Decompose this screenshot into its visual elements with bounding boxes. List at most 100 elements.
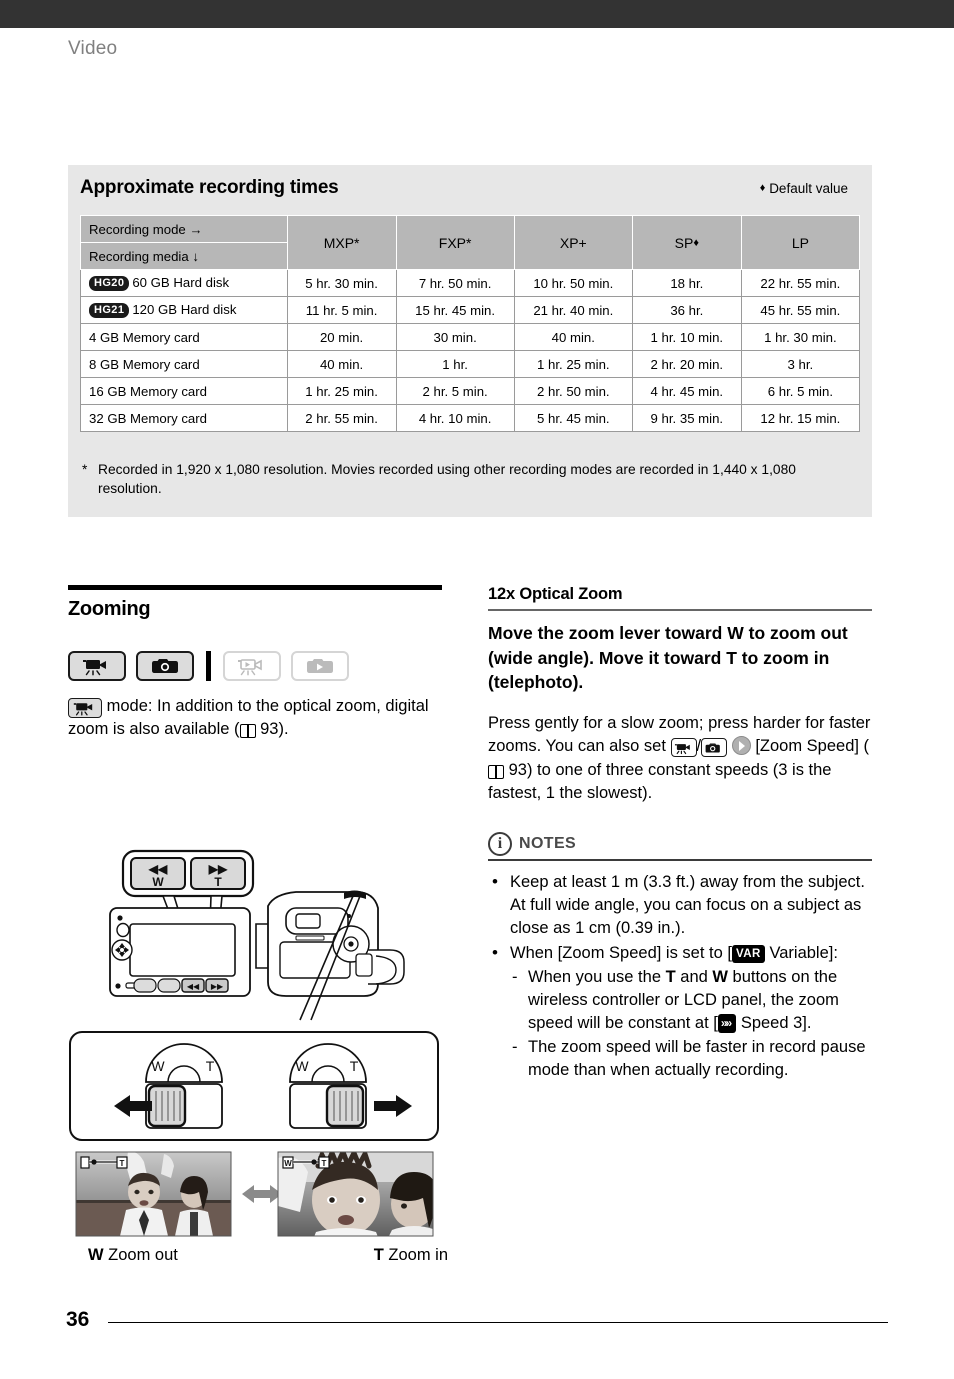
table-row: 16 GB Memory card 1 hr. 25 min. 2 hr. 5 … [80,377,861,405]
sub-1-tail: Speed 3]. [736,1014,812,1033]
header-col-lp: LP [740,215,861,270]
notes-label: NOTES [519,834,577,852]
photo-zoom-in [278,1152,433,1236]
cell-xp: 40 min. [513,323,633,351]
photo-mode-icon-inline [701,738,728,758]
notes-list: Keep at least 1 m (3.3 ft.) away from th… [488,870,872,1083]
caption-zoom-out-letter: W [88,1246,104,1264]
mode-chip-photo-record[interactable] [136,651,194,681]
mode-separator [206,651,211,681]
header-col-xp: XP+ [513,215,633,270]
header-recording-media: Recording media ↓ [80,242,288,270]
panel-header: Approximate recording times ♦ Default va… [80,177,860,211]
cell-fxp: 7 hr. 50 min. [395,269,515,297]
svg-text:W: W [284,1159,292,1168]
page-number: 36 [66,1308,90,1331]
photo-camera-icon [152,659,178,673]
header-recording-mode: Recording mode → [80,215,288,243]
cell-xp: 21 hr. 40 min. [513,296,633,324]
cell-fxp: 15 hr. 45 min. [395,296,515,324]
svg-text:W: W [152,875,164,889]
table-row: 4 GB Memory card 20 min. 30 min. 40 min.… [80,323,861,351]
variable-badge: VAR [731,944,765,964]
list-item: Keep at least 1 m (3.3 ft.) away from th… [488,870,872,940]
cell-lp: 1 hr. 30 min. [740,323,861,351]
header-col-fxp: FXP* [395,215,515,270]
svg-text:W: W [295,1058,309,1074]
movie-playback-icon [238,659,262,676]
caption-zoom-in-text: Zoom in [388,1246,448,1264]
table-row: 8 GB Memory card 40 min. 1 hr. 1 hr. 25 … [80,350,861,378]
subsection-rule [488,609,872,611]
cell-sp: 36 hr. [631,296,742,324]
zoom-illustration-group: ◀◀ W ▶▶ T ◀◀ ▶▶ W T W T T W T W Zoom out… [68,846,448,1265]
cell-xp: 10 hr. 50 min. [513,269,633,297]
table-body: HG20 60 GB Hard disk 5 hr. 30 min. 7 hr. … [80,269,861,432]
list-item: When you use the T and W buttons on the … [510,966,872,1035]
media-label: 120 GB Hard disk [132,301,237,317]
table-row: HG20 60 GB Hard disk 5 hr. 30 min. 7 hr. … [80,269,861,297]
mode-chip-movie-record[interactable] [68,651,126,681]
cell-mxp: 20 min. [286,323,397,351]
subsection-title-optical-zoom: 12x Optical Zoom [488,585,623,603]
mode-chip-movie-playback[interactable] [223,651,281,681]
cell-lp: 6 hr. 5 min. [740,377,861,405]
info-icon-glyph: i [497,834,503,852]
section-rule [68,585,442,590]
header-col-sp: SP♦ [631,215,742,270]
svg-text:T: T [206,1058,215,1074]
note-2-text-pre: When [Zoom Speed] is set to [ [510,943,732,962]
svg-text:T: T [322,1159,327,1168]
notes-header: i NOTES [488,831,872,856]
movie-camera-icon [83,660,106,676]
lead-paragraph: Move the zoom lever toward W to zoom out… [488,621,872,695]
cell-sp: 9 hr. 35 min. [631,404,742,432]
section-title-zooming: Zooming [68,598,151,620]
table-row: 32 GB Memory card 2 hr. 55 min. 4 hr. 10… [80,404,861,432]
zoom-sample-photos: T W T [75,1151,434,1237]
movie-camera-icon [73,703,93,716]
caption-zoom-out: W Zoom out [88,1246,178,1265]
movie-mode-icon-inline [670,738,697,758]
book-icon [488,764,504,779]
body-text-2: ) to one of three constant speeds (3 is … [488,760,832,803]
svg-text:T: T [120,1159,125,1168]
sp-diamond-glyph: ♦ [693,236,699,249]
cell-mxp: 11 hr. 5 min. [286,296,397,324]
caption-zoom-out-text: Zoom out [108,1246,178,1264]
svg-text:▶▶: ▶▶ [208,862,228,876]
book-icon [239,724,256,739]
table-header-row-1: Recording mode → MXP* FXP* XP+ SP♦ LP [80,215,861,270]
lead-w-letter: W [727,623,744,643]
table-footnote: * Recorded in 1,920 x 1,080 resolution. … [82,461,858,498]
cell-xp: 1 hr. 25 min. [513,350,633,378]
photo-caption-row: W Zoom out T Zoom in [88,1246,448,1265]
list-item: The zoom speed will be faster in record … [510,1036,872,1082]
table-head: Recording mode → MXP* FXP* XP+ SP♦ LP Re… [80,215,861,270]
sub-1-pre: When you use the [528,968,666,987]
body-page-ref: 93 [508,760,527,779]
row-media-cell: HG20 60 GB Hard disk [80,269,288,297]
diamond-glyph: ♦ [759,182,766,194]
running-head: Video [68,38,118,59]
model-badge-hg21: HG21 [89,302,130,319]
svg-text:W: W [151,1058,165,1074]
mode-chip-photo-playback[interactable] [291,651,349,681]
mode-description-text-post: ). [278,720,289,739]
top-dark-bar [0,0,954,28]
recording-times-panel: Approximate recording times ♦ Default va… [68,165,872,517]
footer-rule [108,1322,888,1323]
double-arrow-icon [242,1185,282,1203]
row-media-cell: 16 GB Memory card [80,377,288,405]
photo-playback-icon [307,659,333,673]
left-column: Zooming mode: In addition to the optical… [68,585,442,742]
sub-1-b1: T [665,968,676,987]
menu-arrow-icon [731,736,751,756]
row-media-cell: HG21 120 GB Hard disk [80,296,288,324]
speed-3-badge: »» [717,1014,737,1034]
camcorder-illustration: ◀◀ W ▶▶ T ◀◀ ▶▶ [109,849,405,1021]
svg-text:▶▶: ▶▶ [211,982,224,991]
cell-lp: 45 hr. 55 min. [740,296,861,324]
list-item: When [Zoom Speed] is set to [VAR Variabl… [488,941,872,1083]
cell-lp: 12 hr. 15 min. [740,404,861,432]
